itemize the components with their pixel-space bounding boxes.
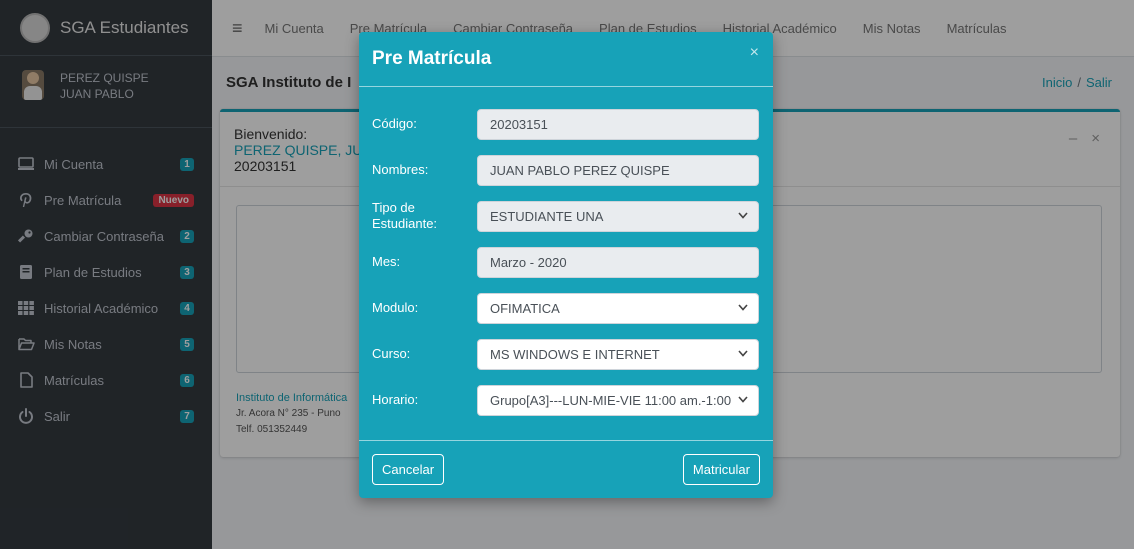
- form-row-nombres: Nombres: JUAN PABLO PEREZ QUISPE: [372, 147, 760, 193]
- matricular-button[interactable]: Matricular: [682, 454, 760, 485]
- modal-title: Pre Matrícula: [372, 48, 492, 69]
- chevron-down-icon: [738, 394, 748, 406]
- modal-body: Código: 20203151 Nombres: JUAN PABLO PER…: [359, 87, 773, 423]
- curso-label: Curso:: [372, 346, 411, 361]
- form-row-mes: Mes: Marzo - 2020: [372, 239, 760, 285]
- tipo-estudiante-label: Tipo de Estudiante:: [372, 200, 438, 231]
- form-row-horario: Horario: Grupo[A3]---LUN-MIE-VIE 11:00 a…: [372, 377, 760, 423]
- modulo-value: OFIMATICA: [490, 300, 560, 316]
- nombres-label: Nombres:: [372, 162, 429, 177]
- chevron-down-icon: [738, 210, 748, 222]
- tipo-estudiante-select[interactable]: ESTUDIANTE UNA: [477, 200, 759, 232]
- form-row-tipo: Tipo de Estudiante: ESTUDIANTE UNA: [372, 193, 760, 239]
- curso-value: MS WINDOWS E INTERNET: [490, 346, 660, 362]
- form-row-codigo: Código: 20203151: [372, 101, 760, 147]
- codigo-label: Código:: [372, 116, 417, 131]
- close-icon[interactable]: ×: [750, 44, 759, 62]
- horario-select[interactable]: Grupo[A3]---LUN-MIE-VIE 11:00 am.-1:00: [477, 384, 759, 416]
- modal-footer: Cancelar Matricular: [359, 440, 773, 498]
- chevron-down-icon: [738, 348, 748, 360]
- mes-label: Mes:: [372, 254, 401, 269]
- modulo-select[interactable]: OFIMATICA: [477, 292, 759, 324]
- chevron-down-icon: [738, 302, 748, 314]
- form-row-curso: Curso: MS WINDOWS E INTERNET: [372, 331, 760, 377]
- nombres-field[interactable]: JUAN PABLO PEREZ QUISPE: [477, 154, 759, 186]
- horario-label: Horario:: [372, 392, 419, 407]
- pre-matricula-modal: Pre Matrícula × Código: 20203151 Nombres…: [359, 32, 773, 498]
- modal-header: Pre Matrícula ×: [359, 32, 773, 87]
- tipo-estudiante-value: ESTUDIANTE UNA: [490, 208, 604, 224]
- mes-field[interactable]: Marzo - 2020: [477, 246, 759, 278]
- horario-value: Grupo[A3]---LUN-MIE-VIE 11:00 am.-1:00: [490, 392, 732, 408]
- cancel-button[interactable]: Cancelar: [372, 454, 445, 485]
- form-row-modulo: Modulo: OFIMATICA: [372, 285, 760, 331]
- curso-select[interactable]: MS WINDOWS E INTERNET: [477, 338, 759, 370]
- modulo-label: Modulo:: [372, 300, 419, 315]
- codigo-field[interactable]: 20203151: [477, 108, 759, 140]
